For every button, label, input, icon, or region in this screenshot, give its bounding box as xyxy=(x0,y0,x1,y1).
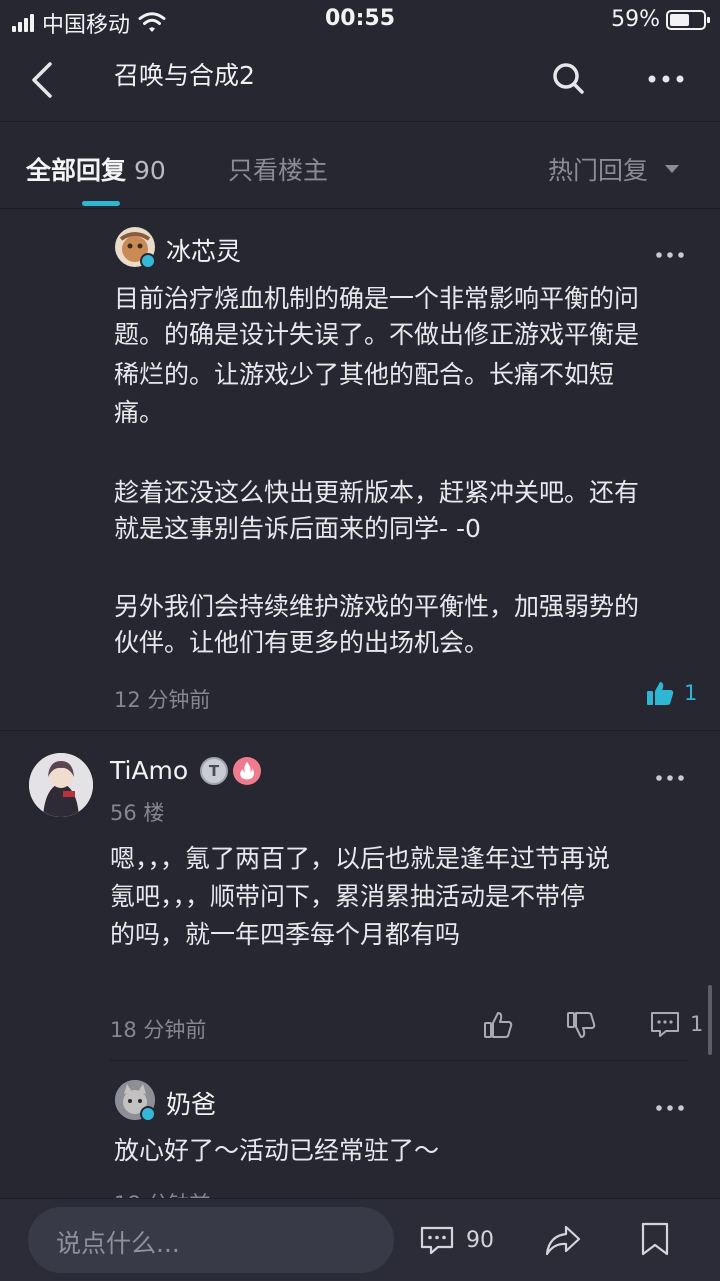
avatar[interactable] xyxy=(29,753,93,817)
comment-count: 1 xyxy=(690,1012,704,1036)
search-icon[interactable] xyxy=(548,58,588,98)
nav-bar: 召唤与合成2 xyxy=(0,40,720,122)
thumbs-down-icon[interactable] xyxy=(566,1010,596,1040)
author-name[interactable]: 冰芯灵 xyxy=(166,232,241,268)
divider xyxy=(0,730,720,731)
battery-icon xyxy=(666,9,710,30)
status-bar: 中国移动 00:55 59% xyxy=(0,0,720,40)
tab-owner-only[interactable]: 只看楼主 xyxy=(228,151,328,187)
tab-all-label: 全部回复 xyxy=(26,156,127,185)
reply-text-line: 趁着还没这么快出更新版本，赶紧冲关吧。还有 xyxy=(114,478,640,507)
author-name[interactable]: 奶爸 xyxy=(166,1085,216,1121)
scrollbar[interactable] xyxy=(708,985,712,1055)
more-icon[interactable] xyxy=(654,1103,686,1113)
timestamp: 18 分钟前 xyxy=(114,1188,210,1198)
floor-number: 56 楼 xyxy=(110,801,165,825)
post-text-line: 氪吧，，，顺带问下，累消累抽活动是不带停 xyxy=(110,882,586,911)
post-text-line: 嗯，，，氪了两百了，以后也就是逢年过节再说 xyxy=(110,844,611,873)
verified-badge-icon xyxy=(140,1106,156,1122)
tab-all-count: 90 xyxy=(134,156,166,185)
back-icon[interactable] xyxy=(22,58,62,102)
tab-indicator xyxy=(82,201,120,206)
more-icon[interactable] xyxy=(646,62,686,96)
timestamp: 12 分钟前 xyxy=(114,688,211,712)
sort-dropdown[interactable]: 热门回复 xyxy=(548,151,680,187)
comments-button[interactable]: 90 xyxy=(420,1225,494,1255)
reply-text: 放心好了～活动已经常驻了～ xyxy=(114,1136,440,1165)
comment-icon xyxy=(420,1226,454,1255)
page-title: 召唤与合成2 xyxy=(114,61,255,90)
bottom-bar: 说点什么... 90 xyxy=(0,1198,720,1281)
reply-text-line: 稀烂的。让游戏少了其他的配合。长痛不如短 xyxy=(114,360,615,389)
sort-label: 热门回复 xyxy=(548,156,649,185)
more-icon[interactable] xyxy=(654,250,686,260)
divider xyxy=(110,1060,688,1061)
reply-text-line: 就是这事别告诉后面来的同学- -0 xyxy=(114,514,481,543)
chevron-down-icon xyxy=(665,165,680,173)
timestamp: 18 分钟前 xyxy=(110,1018,207,1042)
author-name[interactable]: TiAmo xyxy=(110,756,188,785)
reply-text-line: 痛。 xyxy=(114,398,165,427)
thumbs-up-filled-icon xyxy=(647,682,674,705)
comment-total: 90 xyxy=(466,1227,494,1253)
thumbs-up-icon[interactable] xyxy=(483,1010,513,1040)
comment-button[interactable]: 1 xyxy=(650,1010,703,1038)
post-text-line: 的吗，就一年四季每个月都有吗 xyxy=(110,920,461,949)
reply-text-line: 伙伴。让他们有更多的出场机会。 xyxy=(114,628,490,657)
battery-percent: 59% xyxy=(611,7,660,32)
like-button[interactable]: 1 xyxy=(646,680,697,706)
tab-all-replies[interactable]: 全部回复 90 xyxy=(26,151,166,187)
reply-tabs: 全部回复 90 只看楼主 热门回复 xyxy=(0,123,720,209)
reply-text-line: 目前治疗烧血机制的确是一个非常影响平衡的问 xyxy=(114,284,640,313)
avatar-image xyxy=(29,753,93,817)
level-badge-icon: T xyxy=(200,757,228,785)
share-icon[interactable] xyxy=(544,1223,582,1257)
fire-badge-icon xyxy=(233,757,261,785)
reply-text-line: 另外我们会持续维护游戏的平衡性，加强弱势的 xyxy=(114,592,640,621)
comment-icon xyxy=(651,1012,679,1037)
verified-badge-icon xyxy=(140,253,156,269)
reply-list: 冰芯灵 目前治疗烧血机制的确是一个非常影响平衡的问 题。的确是设计失误了。不做出… xyxy=(0,210,720,1198)
bookmark-icon[interactable] xyxy=(640,1221,670,1257)
more-icon[interactable] xyxy=(654,773,686,783)
battery-group: 59% xyxy=(611,7,710,32)
reply-text-line: 题。的确是设计失误了。不做出修正游戏平衡是 xyxy=(114,320,640,349)
like-count: 1 xyxy=(684,681,698,705)
comment-input[interactable]: 说点什么... xyxy=(28,1207,394,1273)
